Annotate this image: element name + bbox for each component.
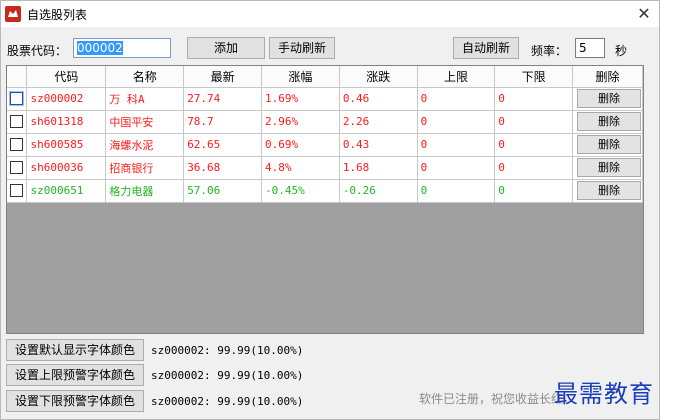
header-pct[interactable]: 涨幅: [261, 66, 340, 88]
cell-change: 0.46: [339, 87, 418, 111]
row-select-cell: [7, 110, 28, 134]
table-header-row: 代码 名称 最新 涨幅 涨跌 上限 下限 删除: [7, 66, 644, 88]
cell-name: 万 科A: [105, 87, 185, 111]
frequency-label: 频率：: [531, 44, 568, 58]
cell-pct: 1.69%: [261, 87, 340, 111]
title-bar: 自选股列表 ✕: [1, 1, 659, 27]
stock-code-label: 股票代码：: [7, 44, 68, 58]
table-row[interactable]: sh600036 招商银行 36.68 4.8% 1.68 0 0 删除: [7, 156, 644, 180]
delete-button[interactable]: 删除: [576, 89, 641, 108]
cell-change: 2.26: [339, 110, 418, 134]
header-code[interactable]: 代码: [26, 66, 107, 88]
cell-change: 0.43: [339, 133, 418, 157]
cell-change: 1.68: [339, 156, 418, 180]
cell-latest: 36.68: [183, 156, 262, 180]
window-title: 自选股列表: [27, 8, 88, 22]
watermark-logo: 最需教育: [554, 380, 654, 408]
cell-upper[interactable]: 0: [417, 87, 496, 111]
cell-latest: 57.06: [183, 179, 262, 203]
registration-status: 软件已注册，祝您收益长红: [419, 392, 564, 406]
close-icon[interactable]: ✕: [633, 3, 655, 25]
cell-pct: 4.8%: [261, 156, 340, 180]
cell-upper[interactable]: 0: [417, 179, 496, 203]
cell-lower[interactable]: 0: [494, 133, 573, 157]
cell-lower[interactable]: 0: [494, 87, 573, 111]
row-checkbox[interactable]: [10, 115, 24, 129]
set-upper-alert-color-button[interactable]: 设置上限预警字体颜色: [6, 364, 144, 386]
cell-upper[interactable]: 0: [417, 110, 496, 134]
cell-code: sz000651: [26, 179, 107, 203]
row-select-cell: [7, 179, 28, 203]
cell-latest: 62.65: [183, 133, 262, 157]
cell-lower[interactable]: 0: [494, 179, 573, 203]
row-checkbox[interactable]: [10, 184, 24, 198]
stock-code-value: 000002: [77, 41, 123, 55]
cell-name: 海螺水泥: [105, 133, 185, 157]
cell-latest: 27.74: [183, 87, 262, 111]
cell-delete: 删除: [572, 133, 644, 157]
cell-name: 中国平安: [105, 110, 185, 134]
cell-name: 格力电器: [105, 179, 185, 203]
add-button[interactable]: 添加: [187, 37, 265, 59]
delete-button[interactable]: 删除: [576, 158, 641, 177]
header-lower[interactable]: 下限: [494, 66, 573, 88]
stock-code-input[interactable]: 000002: [73, 38, 171, 58]
cell-code: sz000002: [26, 87, 107, 111]
auto-refresh-button[interactable]: 自动刷新: [453, 37, 519, 59]
lower-alert-preview: sz000002: 99.99(10.00%): [151, 395, 304, 408]
header-upper[interactable]: 上限: [417, 66, 496, 88]
row-checkbox[interactable]: [10, 161, 24, 175]
stock-watchlist-window: 自选股列表 ✕ 股票代码： 000002 添加 手动刷新 自动刷新 频率： 5 …: [0, 0, 660, 420]
delete-button[interactable]: 删除: [576, 181, 641, 200]
cell-delete: 删除: [572, 87, 644, 111]
set-default-font-color-button[interactable]: 设置默认显示字体颜色: [6, 339, 144, 361]
table-row[interactable]: sz000002 万 科A 27.74 1.69% 0.46 0 0 删除: [7, 87, 644, 111]
cell-delete: 删除: [572, 156, 644, 180]
header-change[interactable]: 涨跌: [339, 66, 418, 88]
cell-latest: 78.7: [183, 110, 262, 134]
cell-pct: 2.96%: [261, 110, 340, 134]
manual-refresh-button[interactable]: 手动刷新: [269, 37, 335, 59]
stock-table: 代码 名称 最新 涨幅 涨跌 上限 下限 删除 sz000002 万 科A 27…: [7, 66, 644, 203]
frequency-input[interactable]: 5: [575, 38, 605, 58]
delete-button[interactable]: 删除: [576, 112, 641, 131]
row-select-cell: [7, 156, 28, 180]
header-delete[interactable]: 删除: [572, 66, 644, 88]
cell-delete: 删除: [572, 110, 644, 134]
app-logo-icon: [5, 6, 21, 22]
frequency-unit: 秒: [615, 44, 628, 58]
table-row[interactable]: sh601318 中国平安 78.7 2.96% 2.26 0 0 删除: [7, 110, 644, 134]
cell-lower[interactable]: 0: [494, 110, 573, 134]
set-lower-alert-color-button[interactable]: 设置下限预警字体颜色: [6, 390, 144, 412]
header-latest[interactable]: 最新: [183, 66, 262, 88]
header-select: [7, 66, 28, 88]
table-row[interactable]: sz000651 格力电器 57.06 -0.45% -0.26 0 0 删除: [7, 179, 644, 203]
cell-lower[interactable]: 0: [494, 156, 573, 180]
cell-pct: 0.69%: [261, 133, 340, 157]
cell-upper[interactable]: 0: [417, 133, 496, 157]
delete-button[interactable]: 删除: [576, 135, 641, 154]
row-select-cell: [7, 87, 28, 111]
cell-code: sh600036: [26, 156, 107, 180]
cell-code: sh600585: [26, 133, 107, 157]
stock-table-area: 代码 名称 最新 涨幅 涨跌 上限 下限 删除 sz000002 万 科A 27…: [6, 65, 644, 334]
row-checkbox[interactable]: [10, 138, 24, 152]
default-font-preview: sz000002: 99.99(10.00%): [151, 344, 304, 357]
table-row[interactable]: sh600585 海螺水泥 62.65 0.69% 0.43 0 0 删除: [7, 133, 644, 157]
cell-name: 招商银行: [105, 156, 185, 180]
frequency-value: 5: [579, 41, 587, 55]
upper-alert-preview: sz000002: 99.99(10.00%): [151, 369, 304, 382]
cell-upper[interactable]: 0: [417, 156, 496, 180]
row-select-cell: [7, 133, 28, 157]
cell-code: sh601318: [26, 110, 107, 134]
row-checkbox[interactable]: [10, 92, 24, 106]
cell-delete: 删除: [572, 179, 644, 203]
cell-change: -0.26: [339, 179, 418, 203]
cell-pct: -0.45%: [261, 179, 340, 203]
header-name[interactable]: 名称: [105, 66, 185, 88]
